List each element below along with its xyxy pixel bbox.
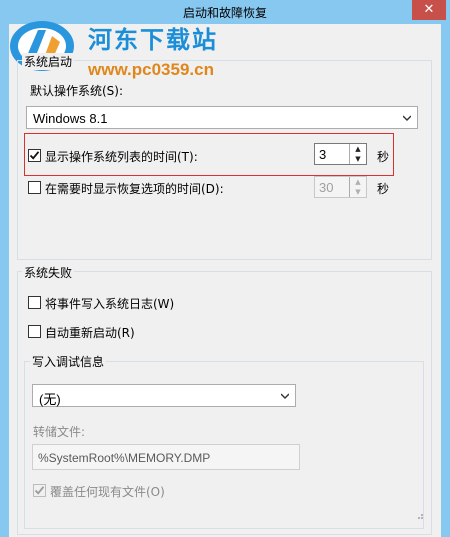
default-os-value: Windows 8.1 [33,111,108,126]
dump-file-label: 转储文件: [33,425,86,439]
watermark-brand: 河东下载站 [88,26,218,54]
dump-file-field: %SystemRoot%\MEMORY.DMP [32,444,300,470]
show-recovery-label: 在需要时显示恢复选项的时间(D): [45,182,224,196]
show-os-list-value: 3 [319,147,327,162]
spin-up-icon: ▲ [355,178,361,186]
show-os-list-checkbox[interactable] [28,149,41,162]
spinner-buttons[interactable]: ▲ ▼ [349,144,366,164]
show-recovery-spinner: 30 ▲ ▼ [314,176,367,198]
show-recovery-value: 30 [319,180,334,195]
debug-info-title: 写入调试信息 [30,353,107,370]
auto-restart-checkbox[interactable] [28,325,41,338]
spin-down-icon: ▼ [355,188,361,196]
chevron-down-icon [403,115,411,121]
default-os-select[interactable]: Windows 8.1 [26,106,418,129]
resize-grip-icon[interactable] [414,510,424,520]
seconds-unit: 秒 [377,150,390,164]
spinner-buttons-disabled: ▲ ▼ [349,177,366,197]
dump-file-value: %SystemRoot%\MEMORY.DMP [38,451,211,465]
auto-restart-label: 自动重新启动(R) [45,326,135,340]
show-recovery-checkbox[interactable] [28,181,41,194]
overwrite-checkbox [33,484,46,497]
close-button[interactable]: ✕ [412,0,446,20]
debug-type-select[interactable]: (无) [32,384,296,407]
checkmark-icon [29,151,40,160]
write-event-label: 将事件写入系统日志(W) [45,297,175,311]
overwrite-label: 覆盖任何现有文件(O) [50,485,165,499]
spin-down-icon[interactable]: ▼ [350,154,366,164]
chevron-down-icon [281,393,289,399]
show-os-list-spinner[interactable]: 3 ▲ ▼ [314,143,367,165]
spin-up-icon[interactable]: ▲ [350,144,366,154]
system-failure-title: 系统失败 [22,264,75,281]
checkmark-icon [34,486,45,495]
system-startup-title: 系统启动 [22,53,75,70]
write-event-checkbox[interactable] [28,296,41,309]
default-os-label: 默认操作系统(S): [30,84,124,98]
debug-type-value: (无) [39,392,61,407]
show-os-list-label: 显示操作系统列表的时间(T): [45,150,198,164]
seconds-unit-2: 秒 [377,182,390,196]
